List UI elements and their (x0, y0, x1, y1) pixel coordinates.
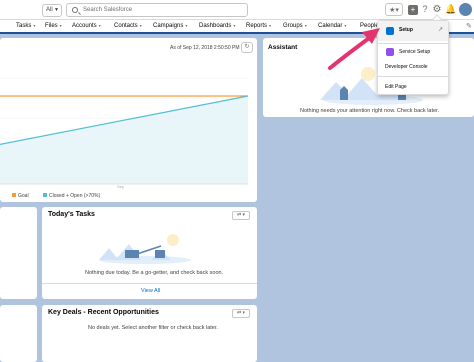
nav-item-contacts[interactable]: Contacts ▾ (114, 20, 142, 34)
open-new-window-icon[interactable]: ↗ (438, 26, 443, 33)
divider (378, 76, 448, 77)
as-of-timestamp: As of Sep 12, 2018 2:50:50 PM (170, 45, 240, 51)
x-axis-tick: Sep (117, 184, 125, 189)
divider (42, 283, 257, 284)
menu-item-developer-console[interactable]: Developer Console (385, 64, 428, 70)
nav-item-label: Groups (283, 23, 303, 29)
nav-item-label: Calendar (318, 23, 343, 29)
search-icon (72, 7, 78, 13)
legend-item-closed-open: Closed + Open (>70%) (43, 193, 100, 199)
left-card (0, 207, 37, 299)
setup-gear-icon (386, 27, 394, 35)
avatar[interactable] (458, 2, 473, 17)
nav-item-label: Campaigns (153, 23, 184, 29)
nav-item-label: People (360, 23, 379, 29)
deals-title: Key Deals - Recent Opportunities (48, 309, 159, 316)
menu-item-edit-page[interactable]: Edit Page (385, 84, 407, 90)
chevron-down-icon[interactable]: ▾ (344, 23, 346, 28)
legend-swatch (43, 193, 47, 197)
chevron-down-icon[interactable]: ▾ (99, 23, 101, 28)
search-scope-select[interactable]: All ▼ (42, 4, 62, 17)
menu-item-label: Setup (399, 27, 413, 33)
tasks-title: Today's Tasks (48, 211, 95, 218)
deals-filter-button[interactable]: ⇄ ▾ (232, 309, 250, 318)
assistant-message: Nothing needs your attention right now. … (300, 108, 440, 114)
tasks-message: Nothing due today. Be a go-getter, and c… (85, 270, 224, 276)
nav-item-label: Files (45, 23, 58, 29)
series-area (0, 96, 248, 184)
chevron-down-icon[interactable]: ▾ (60, 23, 62, 28)
global-actions-button[interactable]: + (408, 5, 418, 15)
nav-item-reports[interactable]: Reports ▾ (246, 20, 271, 34)
legend-label: Goal (18, 193, 29, 199)
global-header: All ▼ Search Salesforce ★▾ + ? ⚙ 🔔 (0, 0, 474, 20)
nav-item-campaigns[interactable]: Campaigns ▾ (153, 20, 187, 34)
nav-item-label: Reports (246, 23, 268, 29)
legend-swatch (12, 193, 16, 197)
notifications-bell-icon[interactable]: 🔔 (445, 3, 456, 16)
menu-item-service-setup[interactable]: Service Setup (399, 49, 430, 55)
deals-message: No deals yet. Select another filter or c… (88, 325, 218, 331)
chevron-down-icon[interactable]: ▾ (233, 23, 235, 28)
help-icon[interactable]: ? (420, 3, 430, 16)
setup-menu: Setup ↗ Service Setup Developer Console … (377, 20, 449, 95)
tasks-filter-button[interactable]: ⇄ ▾ (232, 211, 250, 220)
divider (378, 43, 448, 44)
favorites-button[interactable]: ★▾ (385, 3, 403, 16)
nav-item-label: Tasks (16, 23, 32, 29)
nav-item-calendar[interactable]: Calendar ▾ (318, 20, 346, 34)
view-all-link[interactable]: View All (141, 288, 160, 294)
nav-item-label: Dashboards (199, 23, 232, 29)
nav-item-label: Accounts (72, 23, 97, 29)
chevron-down-icon[interactable]: ▾ (140, 23, 142, 28)
chevron-down-icon: ▼ (54, 7, 59, 13)
nav-item-files[interactable]: Files ▾ (45, 20, 62, 34)
chevron-down-icon[interactable]: ▾ (305, 23, 307, 28)
assistant-title: Assistant (268, 44, 298, 51)
legend-item-goal: Goal (12, 193, 29, 199)
chevron-down-icon[interactable]: ▾ (269, 23, 271, 28)
chevron-down-icon[interactable]: ▾ (33, 23, 35, 28)
scope-label: All (46, 7, 53, 13)
nav-item-people[interactable]: People (360, 20, 379, 34)
service-setup-icon (386, 48, 394, 56)
performance-chart (0, 77, 249, 185)
legend-label: Closed + Open (>70%) (49, 193, 101, 199)
refresh-button[interactable]: ↻ (241, 42, 253, 53)
nav-item-tasks[interactable]: Tasks ▾ (16, 20, 35, 34)
left-card (0, 305, 37, 362)
nav-item-groups[interactable]: Groups ▾ (283, 20, 307, 34)
chevron-down-icon[interactable]: ▾ (185, 23, 187, 28)
edit-nav-icon[interactable]: ✎ (466, 22, 472, 30)
nav-item-label: Contacts (114, 23, 138, 29)
search-placeholder: Search Salesforce (83, 7, 133, 13)
tasks-illustration (99, 234, 191, 264)
search-input[interactable]: Search Salesforce (66, 3, 248, 17)
nav-item-dashboards[interactable]: Dashboards ▾ (199, 20, 235, 34)
nav-item-accounts[interactable]: Accounts ▾ (72, 20, 101, 34)
